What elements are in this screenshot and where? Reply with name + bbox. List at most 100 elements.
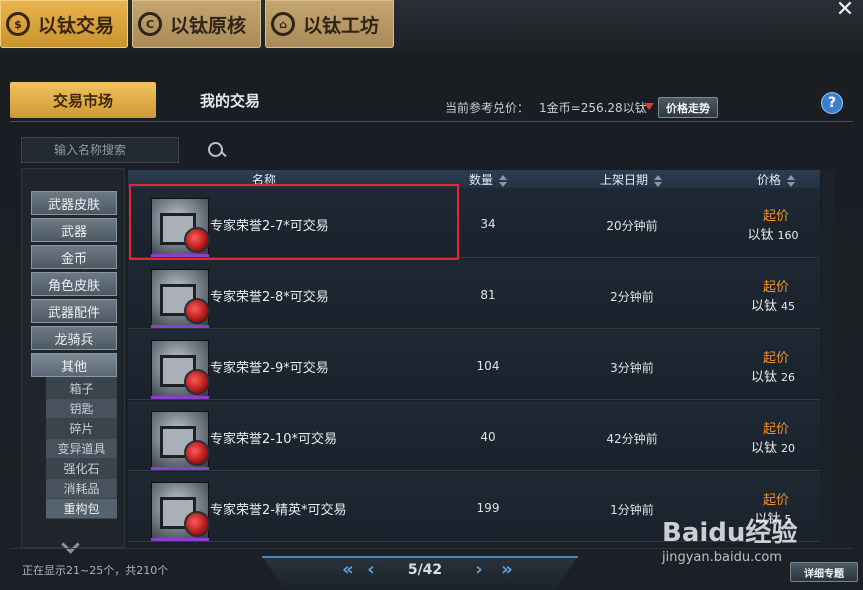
- currency-label: 以钛: [750, 299, 777, 314]
- subcategory-rebuild-pack[interactable]: 重构包: [46, 499, 117, 518]
- tab-workshop-label: 以钛工坊: [303, 14, 380, 37]
- sort-icon[interactable]: [499, 174, 508, 187]
- item-price: 以钛 26: [728, 366, 818, 385]
- price-label: 起价: [762, 422, 789, 437]
- close-button[interactable]: ✕: [832, 0, 858, 22]
- price-value: 160: [777, 229, 799, 242]
- subcategory-enhance-stone[interactable]: 强化石: [46, 459, 117, 478]
- price-label: 起价: [762, 351, 789, 366]
- item-thumbnail: [151, 269, 210, 327]
- category-weapon[interactable]: 武器: [31, 218, 117, 242]
- item-thumbnail: [151, 411, 210, 469]
- table-scrollbar[interactable]: [822, 170, 834, 546]
- subcategory-list: 箱子 钥匙 碎片 变异道具 强化石 消耗品 重构包: [46, 377, 117, 519]
- last-page-button[interactable]: »: [495, 561, 519, 579]
- item-name: 专家荣誉2-10*可交易: [210, 432, 338, 447]
- exchange-rate: 当前参考兑价： 1金币=256.28以钛: [445, 99, 647, 116]
- item-name: 专家荣誉2-7*可交易: [210, 219, 329, 234]
- price-label: 起价: [762, 280, 789, 295]
- rarity-bar: [151, 396, 209, 399]
- item-price: 以钛 45: [728, 295, 818, 314]
- item-date: 42分钟前: [606, 432, 658, 446]
- item-thumbnail: [151, 482, 210, 540]
- detail-topic-button[interactable]: 详细专题: [790, 562, 858, 582]
- item-date: 3分钟前: [610, 361, 654, 375]
- header-date-label: 上架日期: [600, 173, 649, 187]
- price-label: 起价: [762, 209, 789, 224]
- item-name: 专家荣誉2-8*可交易: [210, 290, 329, 305]
- currency-label: 以钛: [750, 370, 777, 385]
- watermark-url: jingyan.baidu.com: [662, 550, 782, 565]
- prev-page-button[interactable]: ‹: [362, 561, 380, 579]
- header-qty[interactable]: 数量: [469, 171, 508, 188]
- search-input[interactable]: [22, 138, 204, 162]
- item-qty: 40: [480, 430, 496, 444]
- price-value: 45: [781, 300, 795, 313]
- next-page-button[interactable]: ›: [470, 561, 488, 579]
- table-row[interactable]: 专家荣誉2-10*可交易 40 42分钟前 起价 以钛 20: [128, 401, 820, 471]
- item-qty: 81: [480, 288, 496, 302]
- header-name[interactable]: 名称: [252, 171, 276, 188]
- table-row[interactable]: 专家荣誉2-7*可交易 34 20分钟前 起价 以钛 160: [128, 188, 820, 258]
- tab-market[interactable]: 交易市场: [10, 82, 156, 118]
- subcategory-consumable[interactable]: 消耗品: [46, 479, 117, 498]
- item-thumbnail: [151, 340, 210, 398]
- house-icon: ⌂: [271, 12, 295, 36]
- price-trend-button[interactable]: 价格走势: [658, 97, 718, 118]
- category-gold[interactable]: 金币: [31, 245, 117, 269]
- currency-label: 以钛: [750, 441, 777, 456]
- table-header: 名称 数量 上架日期 价格: [128, 170, 820, 188]
- exchange-rate-value: 1金币=256.28以钛: [539, 101, 647, 115]
- item-date: 20分钟前: [606, 219, 658, 233]
- tab-trade[interactable]: $ 以钛交易: [0, 0, 128, 48]
- subcategory-fragment[interactable]: 碎片: [46, 419, 117, 438]
- first-page-button[interactable]: «: [336, 561, 360, 579]
- item-date: 2分钟前: [610, 290, 654, 304]
- tab-core[interactable]: C 以钛原核: [132, 0, 261, 48]
- category-weapon-skin[interactable]: 武器皮肤: [31, 191, 117, 215]
- subcategory-mutation[interactable]: 变异道具: [46, 439, 117, 458]
- pager-accent: [262, 556, 578, 558]
- table-row[interactable]: 专家荣誉2-8*可交易 81 2分钟前 起价 以钛 45: [128, 259, 820, 329]
- top-bar: $ 以钛交易 C 以钛原核 ⌂ 以钛工坊 ✕: [0, 0, 863, 52]
- category-weapon-parts[interactable]: 武器配件: [31, 299, 117, 323]
- listing-table: 专家荣誉2-7*可交易 34 20分钟前 起价 以钛 160 专家荣誉2-8*可交…: [128, 188, 820, 546]
- item-qty: 34: [480, 217, 496, 231]
- tab-workshop[interactable]: ⌂ 以钛工坊: [265, 0, 394, 48]
- sort-icon[interactable]: [654, 174, 663, 187]
- table-row[interactable]: 专家荣誉2-9*可交易 104 3分钟前 起价 以钛 26: [128, 330, 820, 400]
- item-name: 专家荣誉2-精英*可交易: [210, 503, 347, 518]
- price-label: 起价: [762, 493, 789, 508]
- item-price: 以钛 20: [728, 437, 818, 456]
- item-qty: 199: [476, 501, 500, 515]
- tab-my-trades[interactable]: 我的交易: [170, 82, 290, 118]
- subcategory-box[interactable]: 箱子: [46, 379, 117, 398]
- currency-label: 以钛: [747, 228, 774, 243]
- result-count: 正在显示21~25个，共210个: [22, 564, 169, 577]
- help-icon[interactable]: ?: [822, 93, 842, 113]
- tab-trade-label: 以钛交易: [38, 14, 115, 37]
- exchange-rate-label: 当前参考兑价：: [445, 101, 530, 115]
- subcategory-key[interactable]: 钥匙: [46, 399, 117, 418]
- category-panel: 武器皮肤 武器 金币 角色皮肤 武器配件 龙骑兵 其他 箱子 钥匙 碎片 变异道…: [21, 168, 125, 548]
- core-icon: C: [138, 12, 162, 36]
- rarity-bar: [151, 538, 209, 541]
- category-dragoon[interactable]: 龙骑兵: [31, 326, 117, 350]
- header-date[interactable]: 上架日期: [600, 171, 663, 188]
- price-value: 20: [781, 442, 795, 455]
- trend-down-icon: [644, 103, 654, 110]
- rarity-bar: [151, 254, 209, 257]
- header-price[interactable]: 价格: [757, 171, 796, 188]
- sort-icon[interactable]: [787, 174, 796, 187]
- item-price: 以钛 160: [728, 224, 818, 243]
- coin-icon: $: [6, 12, 30, 36]
- watermark-logo: Baidu经验: [662, 518, 798, 548]
- search-box: [21, 137, 223, 163]
- header-qty-label: 数量: [469, 173, 494, 187]
- category-other[interactable]: 其他: [31, 353, 117, 377]
- rarity-bar: [151, 325, 209, 328]
- rarity-bar: [151, 467, 209, 470]
- divider: [10, 121, 853, 122]
- category-character-skin[interactable]: 角色皮肤: [31, 272, 117, 296]
- item-qty: 104: [476, 359, 500, 373]
